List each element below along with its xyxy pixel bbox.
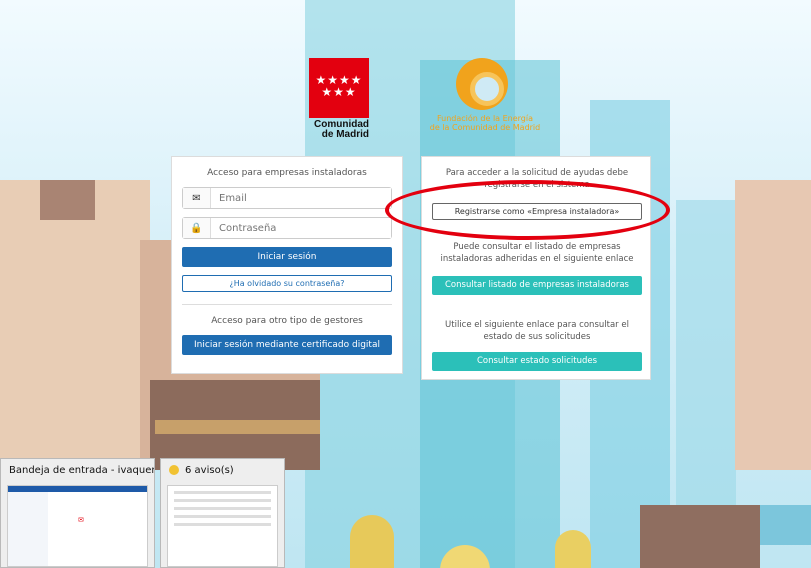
envelope-icon: ✉ — [183, 188, 211, 208]
annotation-ellipse — [385, 180, 670, 240]
login-panel-title: Acceso para empresas instaladoras — [207, 168, 367, 178]
login-button[interactable]: Iniciar sesión — [182, 247, 392, 267]
thumbnail-mail-icon: ✉ — [78, 516, 84, 524]
comunidad-madrid-logo: ★★★★ ★★★ Comunidad de Madrid — [309, 58, 369, 140]
check-status-button[interactable]: Consultar estado solicitudes — [432, 352, 642, 371]
certificate-login-button[interactable]: Iniciar sesión mediante certificado digi… — [182, 335, 392, 355]
comunidad-madrid-name: Comunidad de Madrid — [314, 119, 369, 140]
email-field[interactable]: ✉ — [182, 187, 392, 209]
preview-title: Bandeja de entrada - ivaquero... — [9, 465, 154, 476]
list-text: Puede consultar el listado de empresas i… — [440, 242, 634, 264]
taskbar-preview-notifications[interactable]: 6 aviso(s) — [160, 458, 285, 568]
login-panel: Acceso para empresas instaladoras ✉ 🔒 In… — [171, 156, 403, 374]
madrid-flag-icon: ★★★★ ★★★ — [309, 58, 369, 118]
preview-title: 6 aviso(s) — [161, 459, 284, 483]
tree-shape — [350, 515, 394, 568]
preview-title-text: 6 aviso(s) — [185, 465, 234, 476]
password-field[interactable]: 🔒 — [182, 217, 392, 239]
fundacion-energia-logo: Fundación de la Energía de la Comunidad … — [420, 58, 550, 138]
tree-shape — [555, 530, 591, 568]
thumbnail-line — [174, 491, 271, 494]
password-input[interactable] — [211, 218, 391, 238]
building-shape — [640, 505, 760, 568]
thumbnail-line — [174, 507, 271, 510]
divider — [182, 304, 392, 305]
taskbar-preview-outlook[interactable]: Bandeja de entrada - ivaquero... ✉ — [0, 458, 155, 568]
list-installers-button[interactable]: Consultar listado de empresas instalador… — [432, 276, 642, 295]
building-shape — [735, 180, 811, 470]
fundacion-ring-icon — [456, 58, 508, 110]
bell-icon — [169, 465, 179, 475]
balcony-plants — [155, 420, 320, 434]
fundacion-name: Fundación de la Energía de la Comunidad … — [429, 114, 541, 132]
status-text: Utilice el siguiente enlace para consult… — [445, 320, 629, 342]
solar-panel — [760, 505, 811, 545]
thumbnail-folder-pane — [8, 492, 48, 566]
thumbnail-line — [174, 515, 271, 518]
preview-thumbnail — [167, 485, 278, 567]
building-shape — [40, 180, 95, 220]
other-access-title: Acceso para otro tipo de gestores — [211, 316, 363, 326]
thumbnail-line — [174, 523, 271, 526]
preview-thumbnail: ✉ — [7, 485, 148, 567]
email-input[interactable] — [211, 188, 391, 208]
forgot-password-button[interactable]: ¿Ha olvidado su contraseña? — [182, 275, 392, 292]
building-shape — [0, 180, 150, 470]
thumbnail-line — [174, 499, 271, 502]
lock-icon: 🔒 — [183, 218, 211, 238]
